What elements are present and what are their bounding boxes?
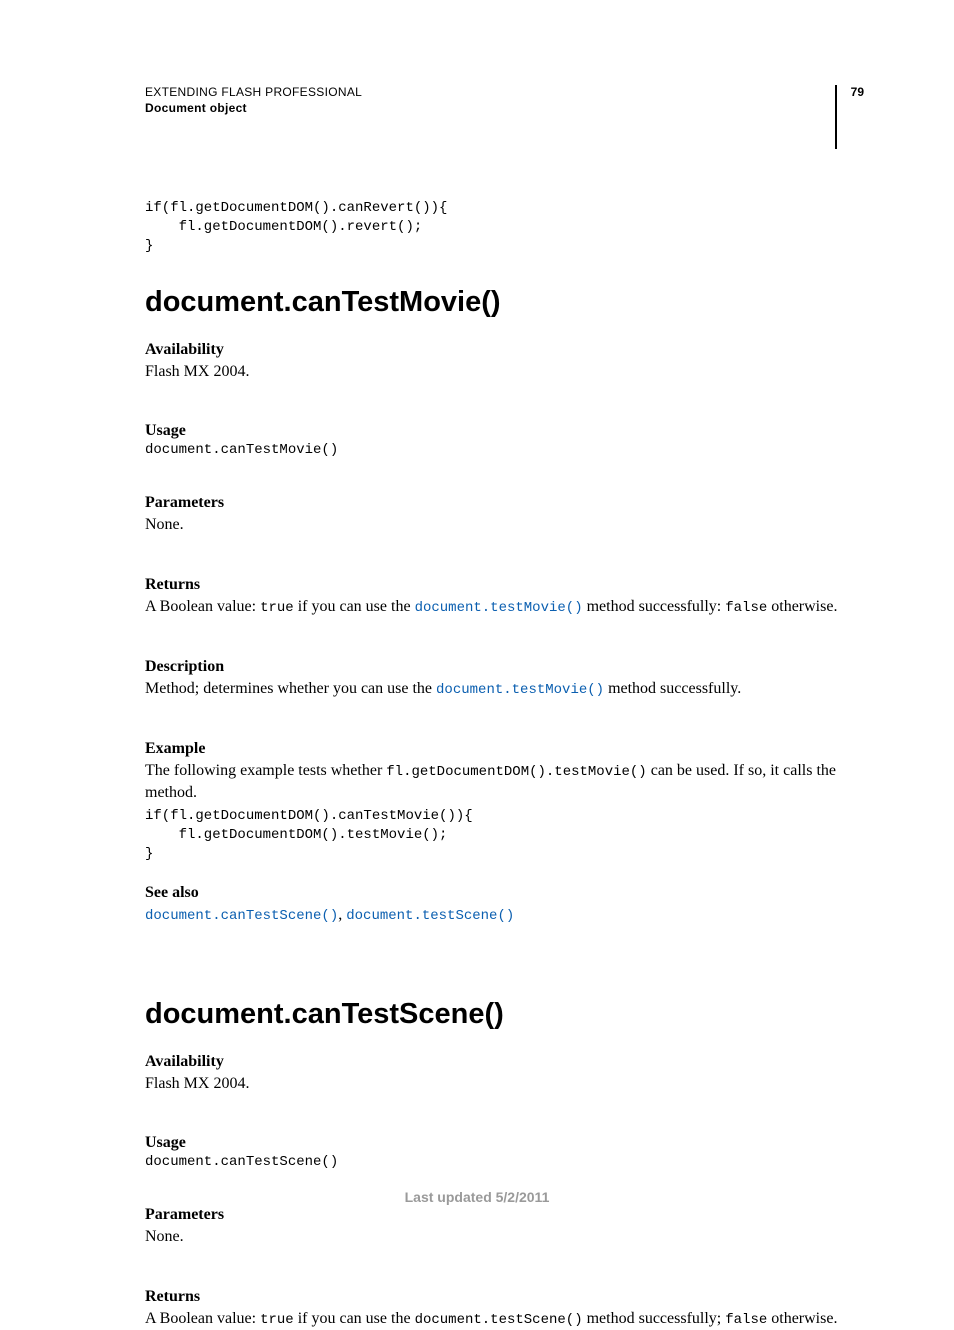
example-text: The following example tests whether fl.g… [145, 760, 864, 803]
header-subtitle: Document object [145, 101, 362, 115]
returns-link-testmovie[interactable]: document.testMovie() [415, 600, 583, 616]
seealso-heading: See also [145, 884, 864, 902]
parameters-text: None. [145, 514, 864, 536]
returns2-post1: method successfully; [583, 1310, 726, 1327]
description-heading: Description [145, 658, 864, 676]
returns-heading-2: Returns [145, 1288, 864, 1306]
returns2-post2: otherwise. [767, 1310, 837, 1327]
header-title: EXTENDING FLASH PROFESSIONAL [145, 85, 362, 99]
intro-code-block: if(fl.getDocumentDOM().canRevert()){ fl.… [145, 199, 864, 256]
availability-heading-2: Availability [145, 1053, 864, 1071]
description-post: method successfully. [604, 680, 741, 697]
returns-text: A Boolean value: true if you can use the… [145, 596, 864, 618]
usage-heading-2: Usage [145, 1134, 864, 1152]
example-code-block: if(fl.getDocumentDOM().canTestMovie()){ … [145, 807, 864, 864]
example-heading: Example [145, 740, 864, 758]
seealso-link-testscene[interactable]: document.testScene() [346, 908, 514, 924]
parameters-heading: Parameters [145, 494, 864, 512]
section-heading-cantestscene: document.canTestScene() [145, 998, 864, 1031]
returns-heading: Returns [145, 576, 864, 594]
seealso-text: document.canTestScene(), document.testSc… [145, 904, 864, 926]
parameters-heading-2: Parameters [145, 1206, 864, 1224]
example-pre: The following example tests whether [145, 762, 386, 779]
returns-post2: otherwise. [767, 598, 837, 615]
page-number: 79 [835, 85, 864, 149]
header-left: EXTENDING FLASH PROFESSIONAL Document ob… [145, 85, 362, 115]
availability-text-2: Flash MX 2004. [145, 1073, 864, 1095]
returns2-false: false [725, 1312, 767, 1328]
usage-heading: Usage [145, 422, 864, 440]
returns2-pre: A Boolean value: [145, 1310, 260, 1327]
description-pre: Method; determines whether you can use t… [145, 680, 436, 697]
usage-code-2: document.canTestScene() [145, 1154, 864, 1170]
returns2-code-testscene: document.testScene() [415, 1312, 583, 1328]
returns-true: true [260, 600, 294, 616]
availability-heading: Availability [145, 341, 864, 359]
returns-false: false [725, 600, 767, 616]
returns-post1: method successfully: [583, 598, 726, 615]
returns-mid: if you can use the [294, 598, 415, 615]
section-heading-cantestmovie: document.canTestMovie() [145, 286, 864, 319]
returns-text-2: A Boolean value: true if you can use the… [145, 1308, 864, 1330]
footer-updated: Last updated 5/2/2011 [0, 1189, 954, 1205]
seealso-link-cantestscene[interactable]: document.canTestScene() [145, 908, 338, 924]
returns-pre: A Boolean value: [145, 598, 260, 615]
running-header: EXTENDING FLASH PROFESSIONAL Document ob… [145, 85, 864, 149]
availability-text: Flash MX 2004. [145, 361, 864, 383]
returns2-mid: if you can use the [294, 1310, 415, 1327]
page-content: EXTENDING FLASH PROFESSIONAL Document ob… [0, 0, 954, 1235]
example-inline-code: fl.getDocumentDOM().testMovie() [386, 764, 646, 780]
usage-code: document.canTestMovie() [145, 442, 864, 458]
parameters-text-2: None. [145, 1226, 864, 1248]
description-link-testmovie[interactable]: document.testMovie() [436, 682, 604, 698]
returns2-true: true [260, 1312, 294, 1328]
description-text: Method; determines whether you can use t… [145, 678, 864, 700]
